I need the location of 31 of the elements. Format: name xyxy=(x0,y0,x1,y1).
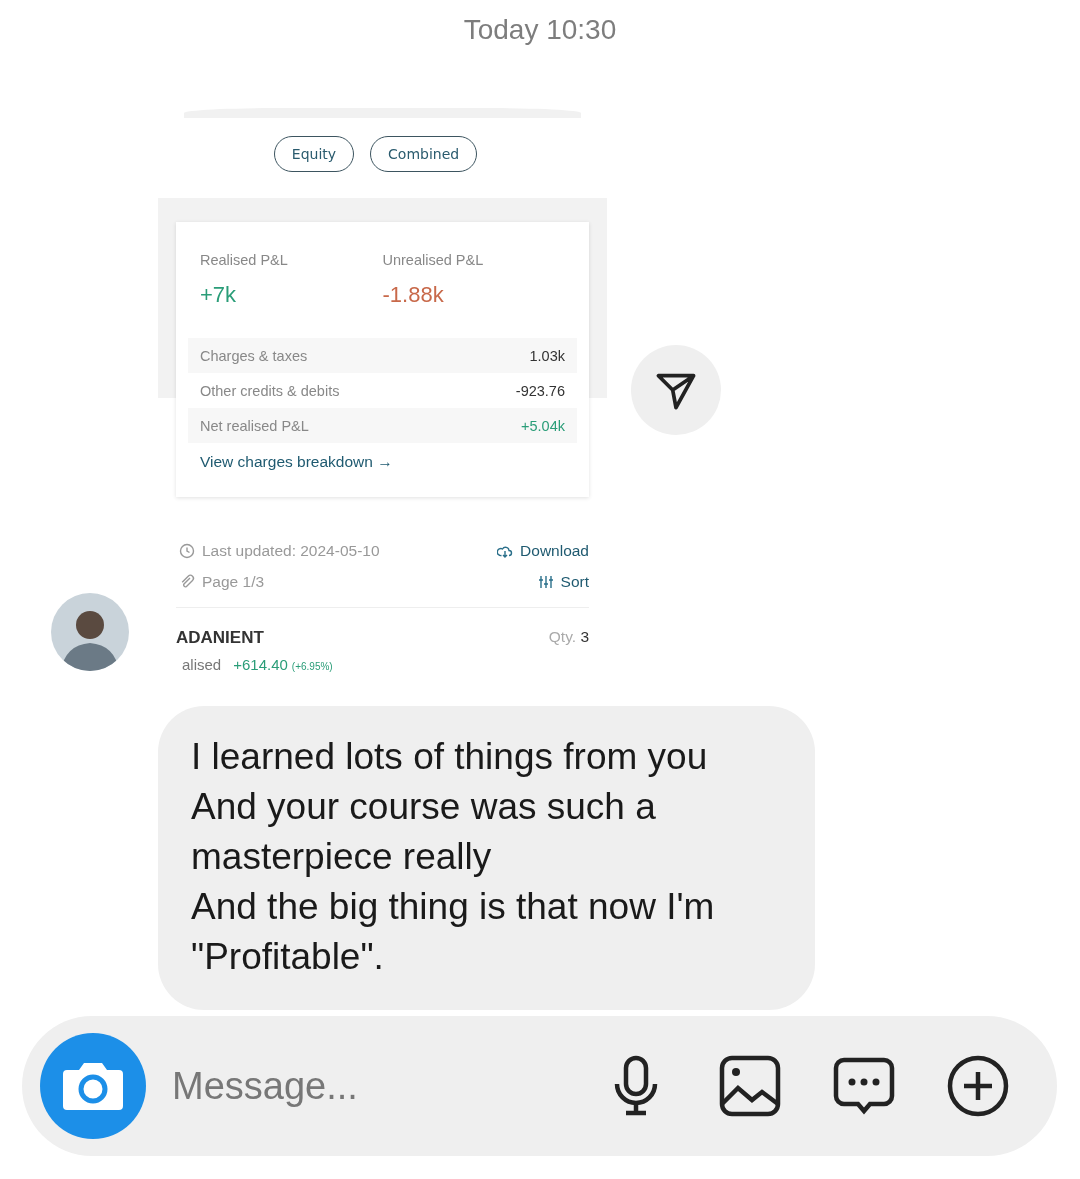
clock-icon xyxy=(179,542,195,559)
breakdown-link[interactable]: View charges breakdown → xyxy=(188,453,577,471)
row-value: 1.03k xyxy=(529,347,565,364)
camera-icon xyxy=(61,1060,125,1112)
message-input[interactable]: Message... xyxy=(170,1063,574,1109)
paperclip-icon xyxy=(179,573,195,590)
row-label: Net realised P&L xyxy=(200,417,309,434)
pnl-label: alised xyxy=(181,656,222,673)
summary-value: -1.88k xyxy=(382,282,445,308)
quantity: Qty. 3 xyxy=(548,628,589,647)
pnl-percent: (+6.95%) xyxy=(291,661,333,672)
summary-value: +7k xyxy=(200,282,238,308)
summary-label: Realised P&L xyxy=(200,252,289,268)
image-icon[interactable] xyxy=(718,1054,782,1118)
download-link[interactable]: Download xyxy=(494,541,589,560)
row-label: Charges & taxes xyxy=(200,347,308,364)
add-icon[interactable] xyxy=(946,1054,1010,1118)
pnl-value: +614.40 xyxy=(233,656,288,673)
stock-symbol: ADANIENT xyxy=(176,628,264,648)
row-value: -923.76 xyxy=(515,382,565,399)
sliders-icon xyxy=(537,573,554,590)
message-bubble: I learned lots of things from you And your course was such a masterpiece really And the big thing is that now I'm "Profitable". xyxy=(158,706,815,1010)
row-value: +5.04k xyxy=(521,417,565,434)
filter-chip[interactable]: Equity xyxy=(273,136,355,172)
sort-button[interactable]: Sort xyxy=(534,572,589,591)
summary-label: Unrealised P&L xyxy=(382,252,485,268)
row-label: Other credits & debits xyxy=(200,382,340,399)
timestamp: Today 10:30 xyxy=(462,13,618,47)
page-indicator: Page 1/3 xyxy=(202,572,265,591)
last-updated: Last updated: 2024-05-10 xyxy=(202,541,380,560)
filter-chip[interactable]: Combined xyxy=(370,136,478,172)
